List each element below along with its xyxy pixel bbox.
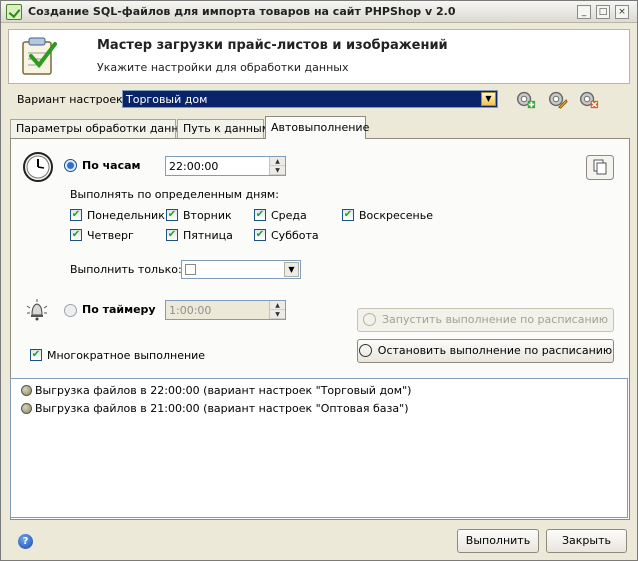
chevron-down-icon[interactable]: ▼ [481, 92, 496, 106]
spin-down-icon[interactable]: ▼ [270, 310, 285, 319]
settings-variant-label: Вариант настроек: [17, 93, 127, 106]
sunday-checkbox[interactable]: ✔ [342, 209, 354, 221]
execution-log[interactable]: Выгрузка файлов в 22:00:00 (вариант наст… [10, 378, 628, 518]
title-bar[interactable]: Создание SQL-файлов для импорта товаров … [1, 1, 637, 23]
status-dot-icon [21, 402, 32, 414]
wizard-header: Мастер загрузки прайс-листов и изображен… [8, 29, 630, 84]
wednesday-checkbox[interactable]: ✔ [254, 209, 266, 221]
start-schedule-button[interactable]: Запустить выполнение по расписанию [357, 308, 614, 332]
stop-icon [358, 343, 372, 357]
multiple-run-label: Многократное выполнение [47, 349, 206, 362]
thursday-label: Четверг [87, 229, 134, 242]
chevron-down-icon[interactable]: ▼ [284, 262, 299, 277]
minimize-button[interactable]: _ [577, 5, 591, 19]
close-button[interactable]: Закрыть [546, 529, 627, 553]
hours-time-spinner[interactable]: ▲ ▼ [269, 157, 285, 175]
tab-processing-params[interactable]: Параметры обработки данных [10, 119, 194, 138]
clock-icon [23, 152, 53, 182]
settings-variant-value: Торговый дом [126, 93, 208, 106]
run-only-select[interactable]: ▼ [181, 260, 301, 279]
timer-spinner[interactable]: ▲ ▼ [269, 301, 285, 319]
delete-settings-icon[interactable] [576, 87, 600, 111]
saturday-label: Суббота [271, 229, 319, 242]
wednesday-label: Среда [271, 209, 307, 222]
by-timer-radio[interactable] [64, 304, 77, 317]
start-schedule-label: Запустить выполнение по расписанию [381, 313, 609, 326]
stop-schedule-label: Остановить выполнение по расписанию [377, 344, 613, 357]
settings-variant-select[interactable]: Торговый дом ▼ [122, 90, 498, 108]
play-icon [362, 312, 376, 326]
close-window-button[interactable]: × [615, 5, 629, 19]
tab-data-path[interactable]: Путь к данным [177, 119, 270, 138]
stop-schedule-button[interactable]: Остановить выполнение по расписанию [357, 339, 614, 363]
status-dot-icon [21, 384, 32, 396]
hours-time-value: 22:00:00 [169, 160, 219, 173]
sunday-label: Воскресенье [359, 209, 433, 222]
window-title: Создание SQL-файлов для импорта товаров … [28, 5, 456, 18]
copy-icon[interactable] [586, 155, 614, 180]
monday-label: Понедельник [87, 209, 165, 222]
tuesday-label: Вторник [183, 209, 232, 222]
timer-bell-icon [26, 299, 48, 321]
app-icon [6, 4, 22, 20]
run-button[interactable]: Выполнить [457, 529, 539, 553]
spin-up-icon[interactable]: ▲ [270, 157, 285, 166]
friday-checkbox[interactable]: ✔ [166, 229, 178, 241]
header-subtitle: Укажите настройки для обработки данных [97, 61, 349, 74]
tuesday-checkbox[interactable]: ✔ [166, 209, 178, 221]
help-icon[interactable]: ? [18, 534, 33, 549]
by-hours-radio[interactable] [64, 159, 77, 172]
run-only-label: Выполнить только: [70, 263, 182, 276]
days-label: Выполнять по определенным дням: [70, 188, 279, 201]
maximize-button[interactable]: □ [596, 5, 610, 19]
log-item: Выгрузка файлов в 21:00:00 (вариант наст… [21, 402, 409, 415]
add-settings-icon[interactable] [513, 87, 537, 111]
monday-checkbox[interactable]: ✔ [70, 209, 82, 221]
color-swatch [185, 264, 196, 275]
app-window: Создание SQL-файлов для импорта товаров … [0, 0, 638, 561]
timer-value: 1:00:00 [169, 304, 212, 317]
by-hours-label: По часам [82, 159, 141, 172]
header-title: Мастер загрузки прайс-листов и изображен… [97, 38, 448, 53]
hours-time-input[interactable]: 22:00:00 ▲ ▼ [165, 156, 286, 176]
log-item: Выгрузка файлов в 22:00:00 (вариант наст… [21, 384, 411, 397]
by-timer-label: По таймеру [82, 303, 156, 316]
log-item-text: Выгрузка файлов в 21:00:00 (вариант наст… [35, 402, 409, 415]
tab-auto-run[interactable]: Автовыполнение [265, 116, 369, 139]
saturday-checkbox[interactable]: ✔ [254, 229, 266, 241]
spin-down-icon[interactable]: ▼ [270, 166, 285, 175]
clipboard-check-icon [22, 37, 57, 75]
multiple-run-checkbox[interactable]: ✔ [30, 349, 42, 361]
edit-settings-icon[interactable] [545, 87, 569, 111]
timer-input[interactable]: 1:00:00 ▲ ▼ [165, 300, 286, 320]
friday-label: Пятница [183, 229, 233, 242]
spin-up-icon[interactable]: ▲ [270, 301, 285, 310]
log-item-text: Выгрузка файлов в 22:00:00 (вариант наст… [35, 384, 412, 397]
thursday-checkbox[interactable]: ✔ [70, 229, 82, 241]
